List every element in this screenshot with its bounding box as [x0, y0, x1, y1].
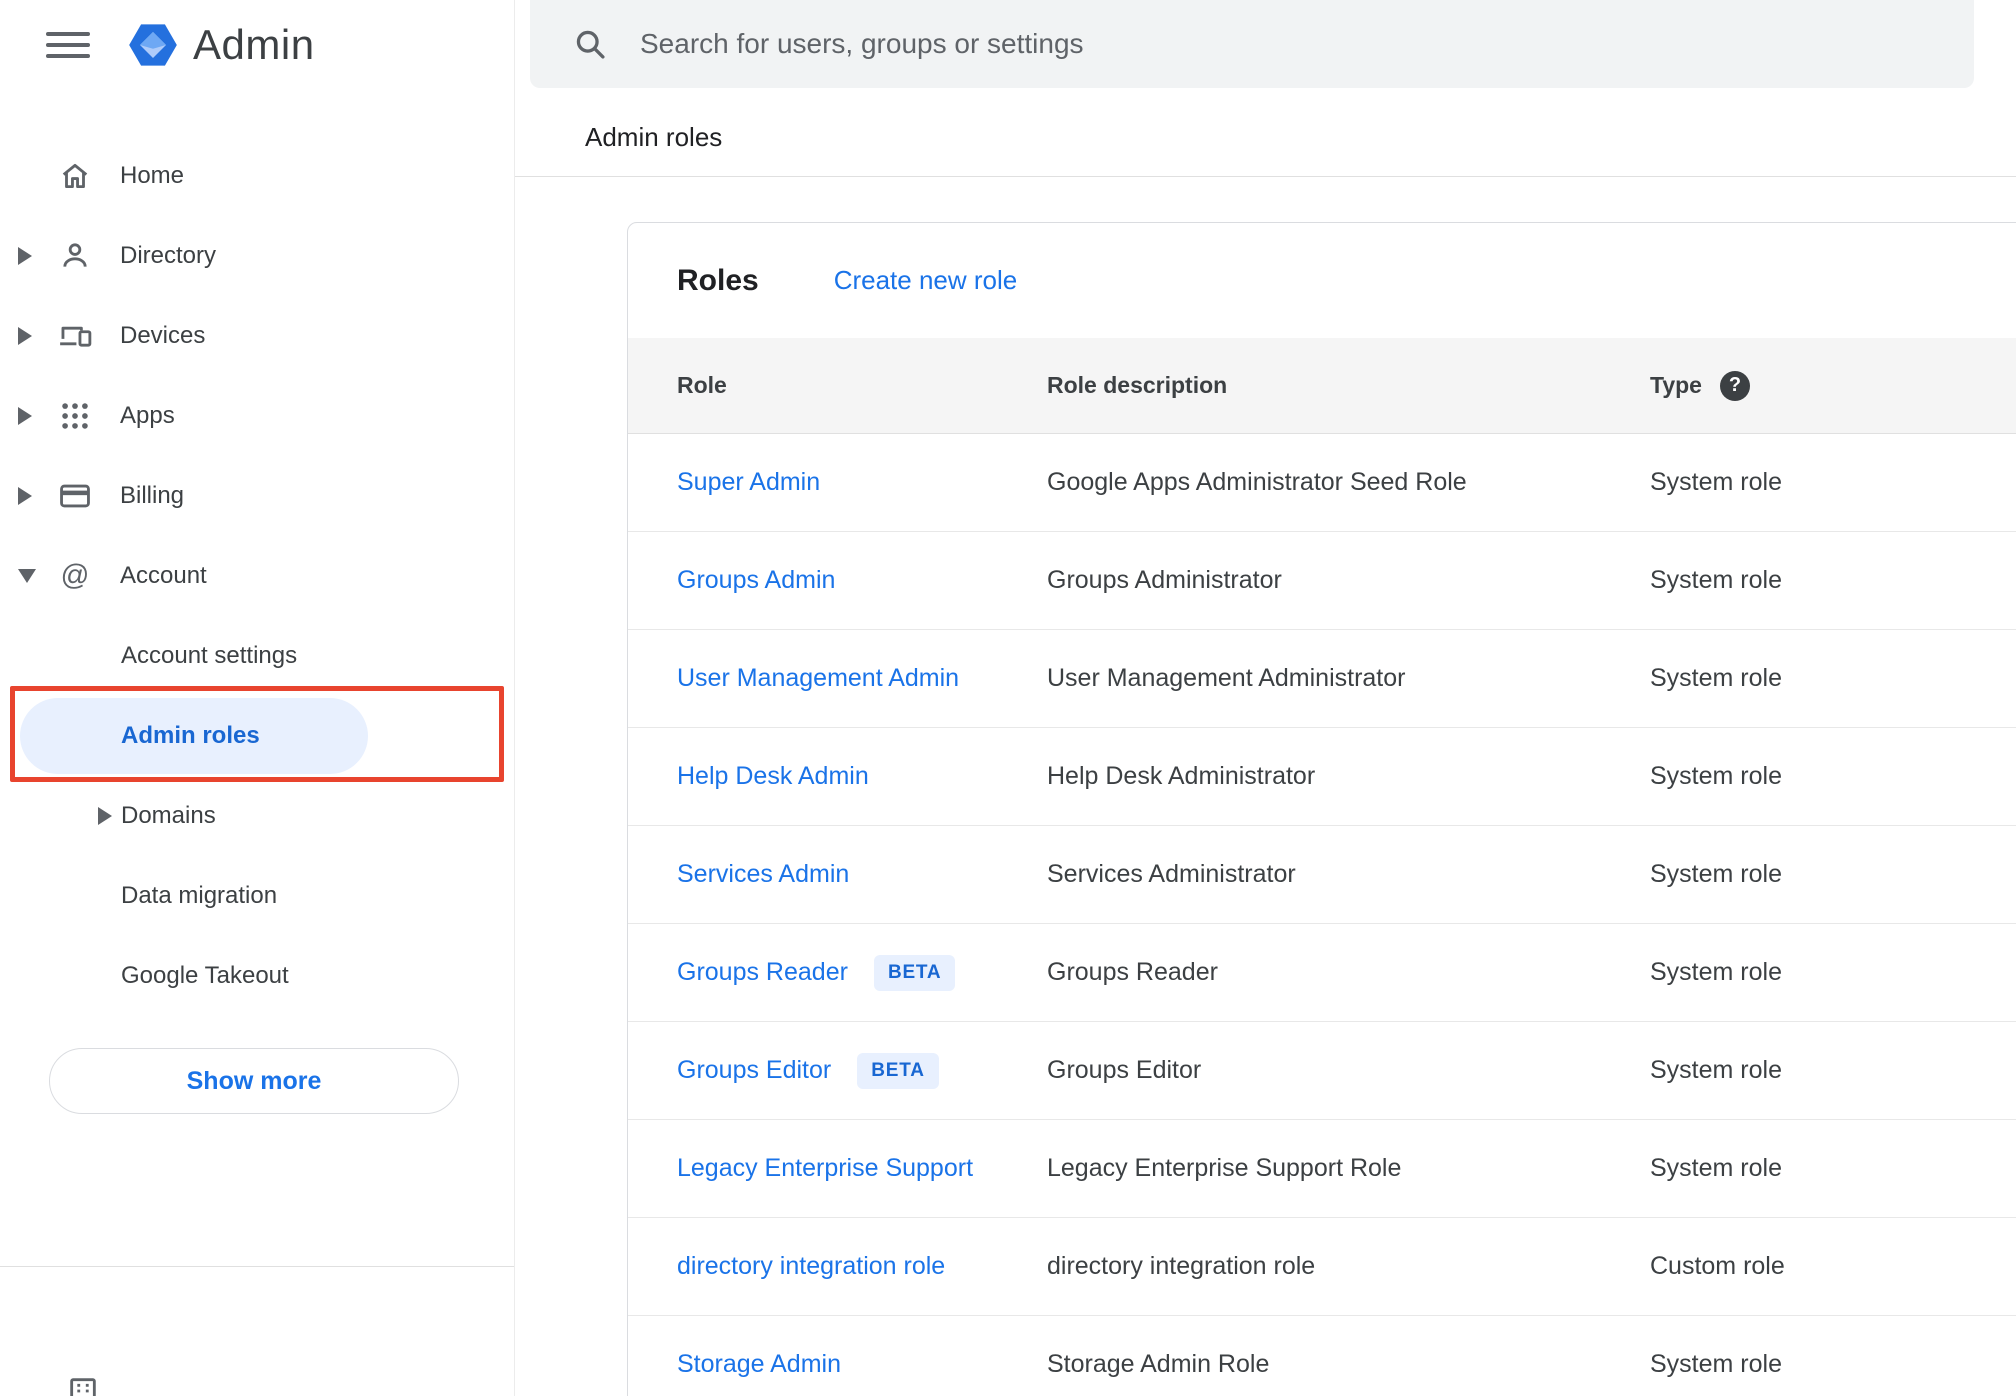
role-type: System role — [1650, 1350, 1782, 1378]
chevron-down-icon — [18, 569, 36, 583]
chevron-right-icon — [18, 327, 32, 345]
sidebar-item-directory[interactable]: Directory — [0, 216, 514, 296]
table-row: Storage Admin Storage Admin Role System ro… — [628, 1316, 2016, 1396]
billing-card-icon — [54, 479, 96, 513]
role-link[interactable]: Groups Reader — [677, 958, 848, 987]
role-type: System role — [1650, 958, 1782, 986]
roles-card-header: Roles Create new role — [628, 223, 2016, 338]
role-link[interactable]: Groups Admin — [677, 566, 835, 595]
roles-card-title: Roles — [677, 263, 759, 297]
sidebar-item-apps[interactable]: Apps — [0, 376, 514, 456]
sidebar-item-domains[interactable]: Domains — [0, 776, 514, 856]
role-description: Groups Editor — [1047, 1056, 1202, 1084]
role-type: System role — [1650, 762, 1782, 790]
table-row: Groups Editor BETA Groups Editor System rol… — [628, 1022, 2016, 1120]
role-link[interactable]: Help Desk Admin — [677, 762, 869, 791]
role-description: directory integration role — [1047, 1252, 1316, 1280]
role-description: Legacy Enterprise Support Role — [1047, 1154, 1402, 1182]
role-description: Help Desk Administrator — [1047, 762, 1316, 790]
app-title: Admin — [193, 21, 315, 68]
role-type: System role — [1650, 1056, 1782, 1084]
column-header-type: Type — [1650, 372, 1702, 398]
table-row: Legacy Enterprise Support Legacy Enterpri… — [628, 1120, 2016, 1218]
search-bar — [530, 0, 1974, 88]
person-icon — [54, 239, 96, 273]
at-sign-icon: @ — [54, 559, 96, 593]
sidebar-item-home[interactable]: Home — [0, 136, 514, 216]
breadcrumb: Admin roles — [585, 122, 723, 152]
sidebar-item-admin-roles[interactable]: Admin roles — [0, 696, 514, 776]
role-link[interactable]: Legacy Enterprise Support — [677, 1154, 973, 1183]
main-content: Admin roles Roles Create new role Role R… — [515, 0, 2016, 1396]
table-row: Help Desk Admin Help Desk Administrator Sy… — [628, 728, 2016, 826]
role-description: User Management Administrator — [1047, 664, 1406, 692]
table-row: User Management Admin User Management Adm… — [628, 630, 2016, 728]
column-header-role: Role — [677, 372, 727, 398]
show-more-button[interactable]: Show more — [49, 1048, 459, 1114]
sidebar: Admin Home Directory Devices Apps Billing @ Ac… — [0, 0, 515, 1396]
beta-badge: BETA — [857, 1052, 939, 1089]
header-divider — [515, 176, 2016, 177]
table-header: Role Role description Type ? — [628, 338, 2016, 434]
role-description: Google Apps Administrator Seed Role — [1047, 468, 1467, 496]
role-link[interactable]: Super Admin — [677, 468, 820, 497]
role-link[interactable]: Services Admin — [677, 860, 849, 889]
role-link[interactable]: directory integration role — [677, 1252, 945, 1281]
svg-text:@: @ — [61, 560, 90, 592]
role-link[interactable]: Storage Admin — [677, 1350, 841, 1379]
sidebar-header: Admin — [0, 0, 514, 90]
devices-icon — [54, 319, 96, 353]
roles-card: Roles Create new role Role Role descript… — [627, 222, 2016, 1396]
sidebar-item-data-migration[interactable]: Data migration — [0, 856, 514, 936]
chevron-right-icon — [18, 407, 32, 425]
sidebar-item-devices[interactable]: Devices — [0, 296, 514, 376]
chevron-right-icon — [98, 807, 112, 825]
table-row: Services Admin Services Administrator Syst… — [628, 826, 2016, 924]
search-input[interactable] — [640, 28, 1934, 60]
search-icon — [572, 26, 608, 62]
table-row: Super Admin Google Apps Administrator See… — [628, 434, 2016, 532]
chevron-right-icon — [18, 487, 32, 505]
role-link[interactable]: Groups Editor — [677, 1056, 831, 1085]
table-row: Groups Admin Groups Administrator System r… — [628, 532, 2016, 630]
roles-table: Super Admin Google Apps Administrator See… — [628, 434, 2016, 1396]
admin-logo-icon — [127, 19, 179, 71]
role-type: System role — [1650, 664, 1782, 692]
table-row: Groups Reader BETA Groups Reader System rol… — [628, 924, 2016, 1022]
hamburger-menu-icon[interactable] — [46, 29, 90, 61]
sidebar-nav: Home Directory Devices Apps Billing @ Account A… — [0, 136, 514, 1016]
column-header-description: Role description — [1047, 372, 1228, 398]
role-type: Custom role — [1650, 1252, 1785, 1280]
role-type: System role — [1650, 468, 1782, 496]
role-type: System role — [1650, 566, 1782, 594]
building-icon[interactable] — [66, 1374, 100, 1396]
role-link[interactable]: User Management Admin — [677, 664, 959, 693]
sidebar-divider — [0, 1266, 514, 1267]
table-row: directory integration role directory inte… — [628, 1218, 2016, 1316]
role-type: System role — [1650, 1154, 1782, 1182]
sidebar-item-billing[interactable]: Billing — [0, 456, 514, 536]
sidebar-item-google-takeout[interactable]: Google Takeout — [0, 936, 514, 1016]
role-type: System role — [1650, 860, 1782, 888]
role-description: Groups Administrator — [1047, 566, 1282, 594]
role-description: Services Administrator — [1047, 860, 1296, 888]
sidebar-item-account[interactable]: @ Account — [0, 536, 514, 616]
apps-grid-icon — [54, 399, 96, 433]
chevron-right-icon — [18, 247, 32, 265]
help-icon[interactable]: ? — [1719, 370, 1750, 401]
sidebar-item-account-settings[interactable]: Account settings — [0, 616, 514, 696]
beta-badge: BETA — [873, 954, 956, 991]
create-new-role-link[interactable]: Create new role — [834, 265, 1018, 296]
role-description: Groups Reader — [1047, 958, 1218, 986]
role-description: Storage Admin Role — [1047, 1350, 1270, 1378]
home-icon — [54, 159, 96, 193]
